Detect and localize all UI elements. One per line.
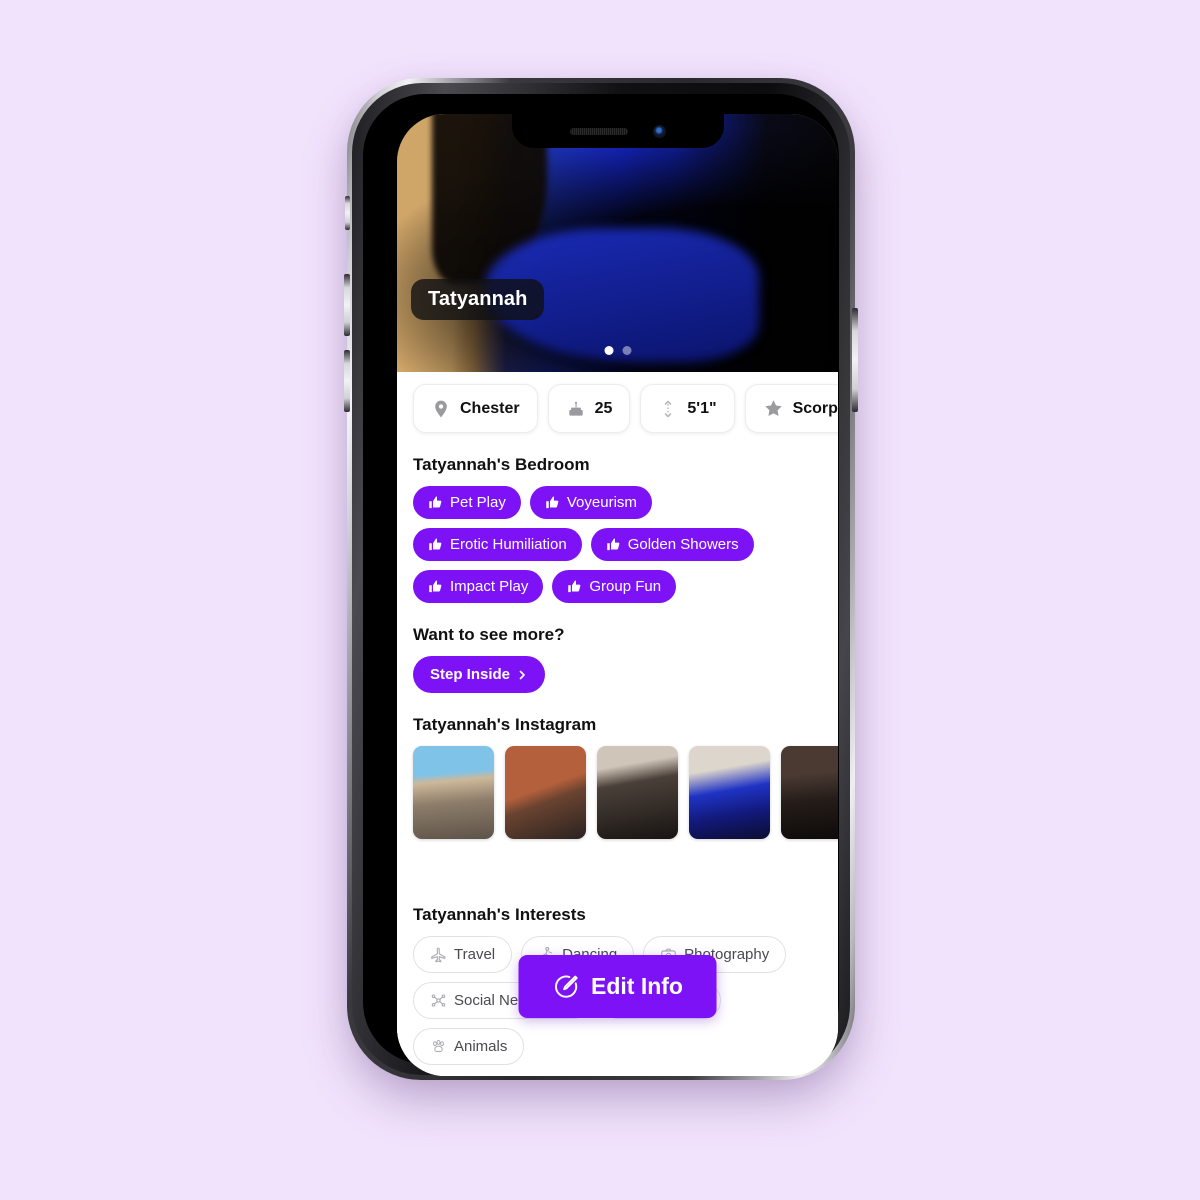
step-inside-label: Step Inside: [430, 666, 511, 683]
bedroom-tag[interactable]: Erotic Humiliation: [413, 528, 582, 561]
network-icon: [431, 994, 446, 1007]
chip-label: Animals: [454, 1038, 508, 1055]
notch: [511, 114, 724, 148]
mute-switch[interactable]: [345, 196, 350, 230]
bedroom-tag[interactable]: Pet Play: [413, 486, 521, 519]
instagram-photo[interactable]: [413, 746, 494, 839]
tag-label: Voyeurism: [566, 494, 637, 511]
instagram-photo[interactable]: [689, 746, 770, 839]
phone-outer-frame: Tatyannah Chester 25 5'1" Scorp Tatyanna…: [344, 78, 858, 1080]
phone-screen: Tatyannah Chester 25 5'1" Scorp Tatyanna…: [397, 114, 838, 1076]
volume-down-button[interactable]: [344, 350, 350, 412]
see-more-title: Want to see more?: [413, 625, 565, 644]
phone-device: Tatyannah Chester 25 5'1" Scorp Tatyanna…: [344, 78, 858, 1080]
volume-up-button[interactable]: [344, 274, 350, 336]
location-pin-icon: [435, 400, 447, 417]
thumbs-up-icon: [546, 496, 559, 509]
star-icon: [764, 400, 782, 416]
stat-age: 25: [547, 384, 631, 433]
carousel-dot[interactable]: [622, 346, 631, 355]
tag-label: Group Fun: [589, 578, 662, 595]
tag-label: Impact Play: [450, 578, 529, 595]
chevron-right-icon: [519, 670, 525, 679]
interest-chip[interactable]: Travel: [413, 936, 513, 973]
bedroom-tag[interactable]: Golden Showers: [590, 528, 754, 561]
chip-label: Travel: [454, 946, 496, 963]
step-inside-button[interactable]: Step Inside: [413, 656, 546, 693]
profile-hero-photo[interactable]: Tatyannah: [397, 114, 838, 372]
carousel-dots[interactable]: [604, 346, 631, 355]
instagram-section-title: Tatyannah's Instagram: [413, 715, 597, 734]
interests-section-title: Tatyannah's Interests: [413, 905, 586, 924]
front-camera-icon: [654, 125, 665, 137]
profile-name-badge: Tatyannah: [411, 279, 545, 320]
stat-value: 5'1": [687, 399, 717, 417]
paw-icon: [433, 1039, 444, 1053]
stat-value: Chester: [460, 399, 520, 417]
carousel-dot[interactable]: [604, 346, 613, 355]
bedroom-section-title: Tatyannah's Bedroom: [413, 455, 590, 474]
instagram-photo[interactable]: [781, 746, 838, 839]
power-button[interactable]: [852, 308, 858, 412]
stat-value: 25: [594, 399, 613, 417]
edit-info-button[interactable]: Edit Info: [518, 955, 717, 1018]
thumbs-up-icon: [429, 496, 442, 509]
height-arrows-icon: [665, 400, 672, 417]
birthday-cake-icon: [568, 401, 583, 416]
phone-mid-frame: Tatyannah Chester 25 5'1" Scorp Tatyanna…: [352, 83, 850, 1076]
thumbs-up-icon: [429, 580, 442, 593]
instagram-photo[interactable]: [505, 746, 586, 839]
tag-label: Pet Play: [450, 494, 506, 511]
interest-chip[interactable]: Animals: [413, 1028, 525, 1065]
edit-info-label: Edit Info: [591, 973, 683, 999]
thumbs-up-icon: [606, 538, 620, 551]
instagram-photo-strip[interactable]: [397, 746, 838, 839]
stat-location: Chester: [413, 384, 538, 433]
thumbs-up-icon: [429, 538, 442, 551]
bedroom-tag[interactable]: Voyeurism: [529, 486, 652, 519]
bedroom-tag[interactable]: Group Fun: [552, 570, 677, 603]
stat-value: Scorpio: [792, 399, 838, 417]
edit-pencil-icon: [554, 975, 578, 998]
profile-stats-row[interactable]: Chester 25 5'1" Scorp: [397, 372, 838, 433]
tag-label: Erotic Humiliation: [450, 536, 567, 553]
earpiece-speaker-icon: [570, 127, 628, 135]
stat-zodiac: Scorpio: [744, 384, 838, 433]
phone-bezel: Tatyannah Chester 25 5'1" Scorp Tatyanna…: [363, 94, 839, 1076]
thumbs-up-icon: [568, 580, 581, 593]
bedroom-tag[interactable]: Impact Play: [413, 570, 544, 603]
stat-height: 5'1": [640, 384, 735, 433]
bedroom-tag-list: Pet Play Voyeurism Erotic Humiliation Go…: [397, 486, 838, 603]
instagram-photo[interactable]: [597, 746, 678, 839]
tag-label: Golden Showers: [627, 536, 739, 553]
airplane-icon: [431, 947, 446, 963]
